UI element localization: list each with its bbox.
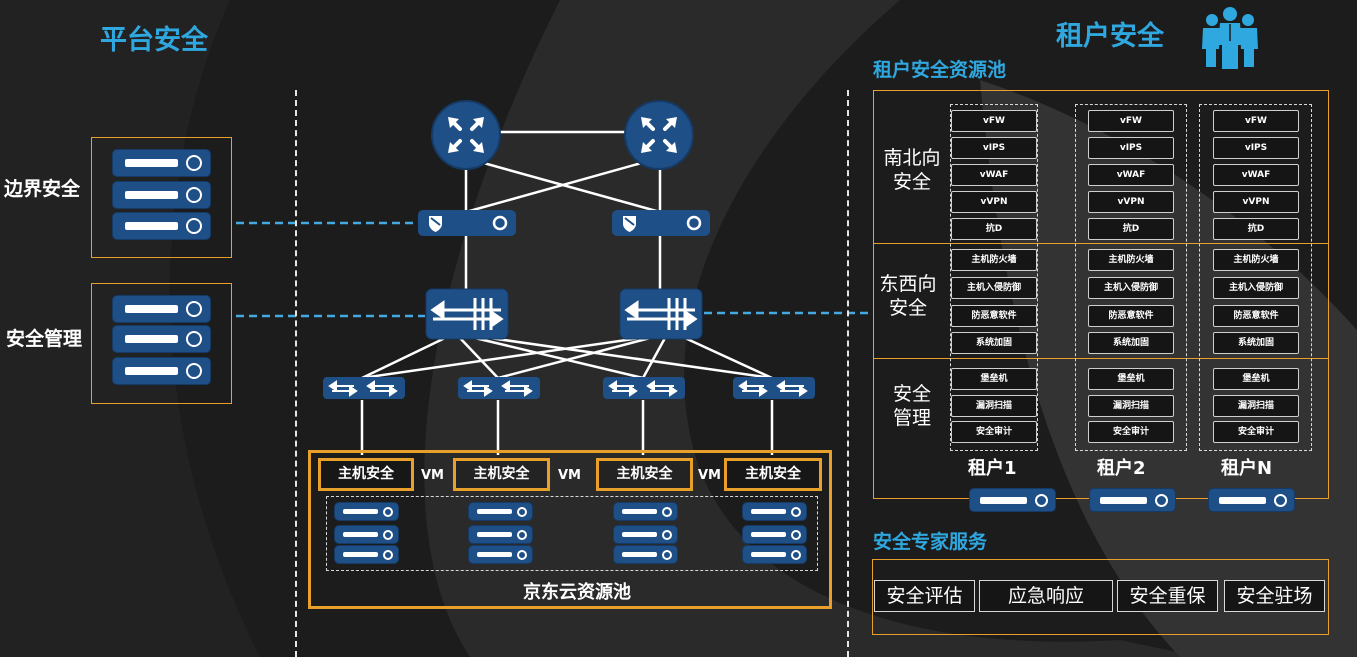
tenant-pool-title: 租户安全资源池	[873, 59, 1007, 81]
host-security-label: 主机安全	[596, 458, 693, 491]
tenant-mgmt-item: 安全审计	[951, 421, 1037, 443]
tenant-ns-item: vVPN	[951, 191, 1037, 213]
jdcloud-pool-name: 京东云资源池	[523, 582, 631, 603]
category-ew: 东西向 安全	[878, 272, 938, 320]
tenant-ns-item: vIPS	[951, 137, 1037, 159]
tenant-name: 租户1	[968, 458, 1017, 479]
server-icon	[335, 546, 398, 563]
server-icon	[743, 503, 806, 520]
tenant-ns-item: vWAF	[1088, 164, 1174, 186]
tenant-ew-item: 防恶意软件	[951, 305, 1037, 327]
server-icon	[1209, 489, 1294, 511]
tenant-ew-item: 防恶意软件	[1088, 305, 1174, 327]
tenant-ns-item: vWAF	[951, 164, 1037, 186]
host-security-label: 主机安全	[453, 458, 550, 491]
tenant-ew-item: 主机防火墙	[1213, 249, 1299, 271]
tenant-ns-item: 抗D	[1213, 218, 1299, 240]
core-switch-icon	[619, 288, 703, 340]
tenant-security-title: 租户安全	[1056, 21, 1164, 52]
tenant-mgmt-item: 堡垒机	[1088, 368, 1174, 390]
category-mgmt: 安全 管理	[882, 382, 942, 430]
tenant-ew-item: 主机入侵防御	[951, 277, 1037, 299]
tenant-ew-item: 系统加固	[1088, 332, 1174, 354]
vm-label: VM	[421, 468, 444, 483]
service-major-event-protection: 安全重保	[1117, 580, 1218, 612]
tenant-ew-item: 主机防火墙	[1088, 249, 1174, 271]
tenant-ns-item: 抗D	[951, 218, 1037, 240]
server-icon	[614, 546, 677, 563]
tenant-ew-item: 主机防火墙	[951, 249, 1037, 271]
tenant-ns-item: vFW	[951, 110, 1037, 132]
people-group-icon	[1202, 7, 1258, 69]
tenant-ew-item: 系统加固	[1213, 332, 1299, 354]
server-icon	[970, 489, 1055, 511]
tenant-mgmt-item: 漏洞扫描	[1213, 395, 1299, 417]
access-switch-icon	[323, 377, 405, 399]
category-ew-line1: 东西向	[879, 273, 937, 295]
expert-services-title: 安全专家服务	[873, 531, 988, 553]
access-switch-icon	[733, 377, 815, 399]
firewall-icon	[418, 210, 516, 236]
tenant-ns-item: vIPS	[1213, 137, 1299, 159]
tenant-mgmt-item: 漏洞扫描	[1088, 395, 1174, 417]
tenant-ew-item: 防恶意软件	[1213, 305, 1299, 327]
router-icon	[624, 100, 694, 170]
router-icon	[431, 100, 501, 170]
service-onsite: 安全驻场	[1224, 580, 1325, 612]
tenant-mgmt-item: 堡垒机	[951, 368, 1037, 390]
tenant-mgmt-item: 漏洞扫描	[951, 395, 1037, 417]
host-security-label: 主机安全	[318, 458, 414, 491]
access-switch-icon	[603, 377, 685, 399]
category-mgmt-line2: 管理	[892, 407, 931, 429]
core-switch-icon	[425, 288, 509, 340]
tenant-ns-item: vFW	[1088, 110, 1174, 132]
tenant-ew-item: 系统加固	[951, 332, 1037, 354]
server-icon	[469, 503, 532, 520]
firewall-icon	[612, 210, 710, 236]
service-emergency-response: 应急响应	[979, 580, 1113, 612]
server-icon	[335, 526, 398, 543]
tenant-name: 租户N	[1221, 458, 1273, 479]
tenant-ns-item: vIPS	[1088, 137, 1174, 159]
divider-right	[847, 90, 849, 657]
vm-label: VM	[558, 468, 581, 483]
tenant-ns-item: 抗D	[1088, 218, 1174, 240]
tenant-ns-item: vFW	[1213, 110, 1299, 132]
category-ew-line2: 安全	[888, 297, 927, 319]
server-icon	[614, 526, 677, 543]
tenant-mgmt-item: 堡垒机	[1213, 368, 1299, 390]
tenant-mgmt-item: 安全审计	[1088, 421, 1174, 443]
server-icon	[469, 526, 532, 543]
divider-left	[295, 90, 297, 657]
tenant-ew-item: 主机入侵防御	[1213, 277, 1299, 299]
server-icon	[469, 546, 532, 563]
tenant-ew-item: 主机入侵防御	[1088, 277, 1174, 299]
category-ns-line1: 南北向	[883, 147, 941, 169]
server-icon	[614, 503, 677, 520]
vm-label: VM	[698, 468, 721, 483]
server-icon	[743, 546, 806, 563]
tenant-mgmt-item: 安全审计	[1213, 421, 1299, 443]
service-assessment: 安全评估	[874, 580, 975, 612]
access-switch-icon	[458, 377, 540, 399]
server-icon	[743, 526, 806, 543]
category-mgmt-line1: 安全	[892, 383, 931, 405]
server-icon	[1090, 489, 1175, 511]
tenant-ns-item: vVPN	[1088, 191, 1174, 213]
tenant-name: 租户2	[1097, 458, 1146, 479]
tenant-ns-item: vVPN	[1213, 191, 1299, 213]
category-ns: 南北向 安全	[882, 146, 942, 194]
tenant-ns-item: vWAF	[1213, 164, 1299, 186]
server-icon	[335, 503, 398, 520]
category-ns-line2: 安全	[892, 171, 931, 193]
host-security-label: 主机安全	[724, 458, 822, 491]
